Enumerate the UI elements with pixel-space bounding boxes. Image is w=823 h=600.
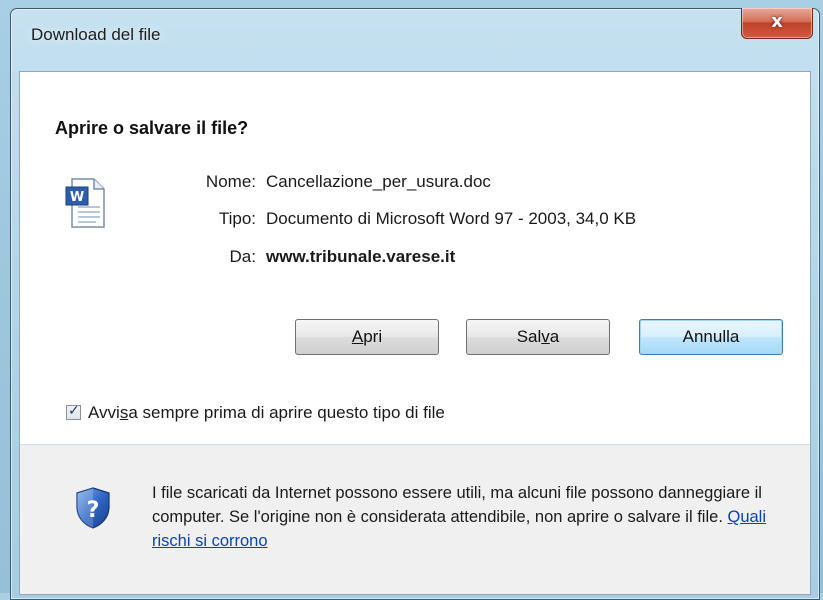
close-icon: x — [771, 11, 783, 32]
window-title: Download del file — [31, 25, 161, 44]
save-button-accelerator: v — [541, 327, 550, 346]
file-source-label: Da: — [229, 247, 256, 266]
security-shield-question-icon: ? — [76, 487, 110, 529]
security-warning-section: ? I file scaricati da Internet possono e… — [20, 445, 810, 594]
cancel-button[interactable]: Annulla — [639, 319, 783, 355]
always-ask-label-pre: Avvi — [88, 403, 120, 422]
checkmark-icon: ✓ — [68, 403, 80, 419]
dialog-content: Aprire o salvare il file? W Nome: Cancel… — [19, 71, 811, 595]
always-ask-checkbox[interactable]: ✓ — [66, 403, 81, 420]
save-button-label-pre: Sal — [516, 327, 542, 346]
title-bar[interactable]: Download del file x — [11, 8, 819, 71]
always-ask-label-post: a sempre prima di aprire questo tipo di … — [128, 403, 445, 422]
warning-message: I file scaricati da Internet possono ess… — [152, 484, 762, 526]
open-button[interactable]: Apri — [295, 319, 439, 355]
download-dialog: Download del file x Aprire o salvare il … — [10, 8, 820, 600]
word-document-icon: W — [65, 178, 105, 228]
svg-text:?: ? — [87, 498, 100, 523]
save-button[interactable]: Salva — [466, 319, 610, 355]
save-button-label-post: a — [549, 327, 560, 346]
file-name-value: Cancellazione_per_usura.doc — [266, 172, 491, 191]
file-type-value: Documento di Microsoft Word 97 - 2003, 3… — [266, 209, 637, 228]
open-button-label-post: pri — [363, 327, 383, 346]
dialog-heading: Aprire o salvare il file? — [55, 118, 249, 138]
file-type-label: Tipo: — [218, 209, 256, 228]
svg-text:W: W — [70, 190, 84, 205]
close-button[interactable]: x — [741, 8, 813, 39]
file-source-value: www.tribunale.varese.it — [266, 247, 456, 266]
open-button-accelerator: A — [351, 327, 364, 346]
security-warning-text: I file scaricati da Internet possono ess… — [152, 481, 792, 553]
always-ask-label[interactable]: Avvisa sempre prima di aprire questo tip… — [88, 403, 445, 423]
file-name-label: Nome: — [205, 172, 256, 191]
